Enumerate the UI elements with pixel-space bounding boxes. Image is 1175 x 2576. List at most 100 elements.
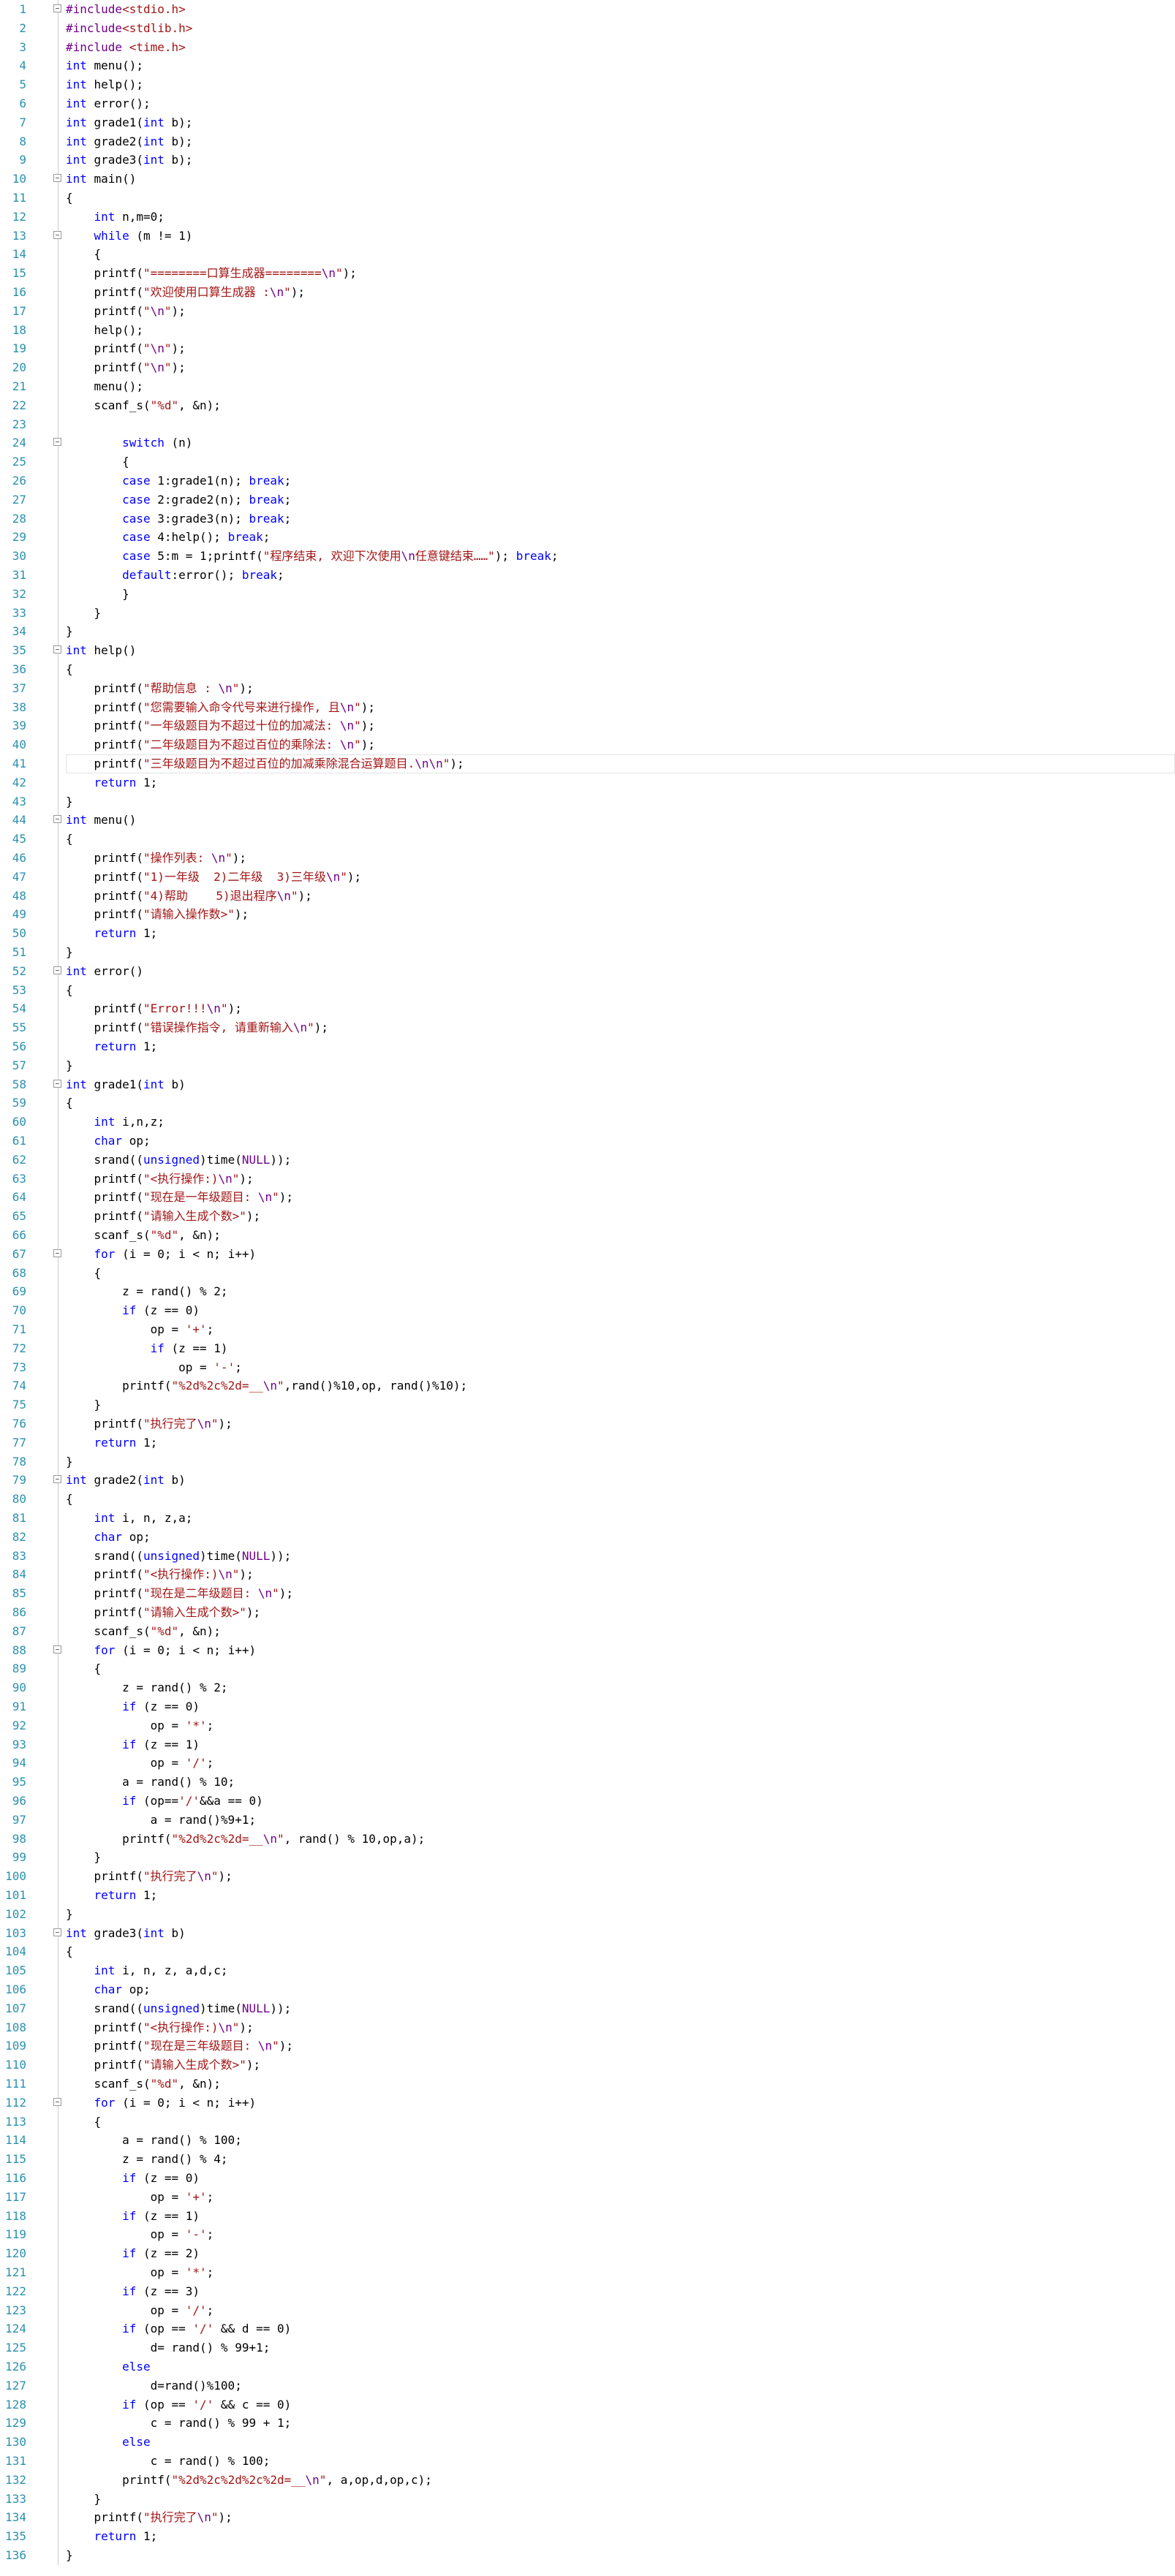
- code-line[interactable]: 50 return 1;: [0, 924, 1175, 943]
- code-line[interactable]: 133 }: [0, 2490, 1175, 2509]
- code-line[interactable]: 8 int grade2(int b);: [0, 132, 1175, 151]
- code-line[interactable]: 97 a = rand()%9+1;: [0, 1811, 1175, 1830]
- code-line[interactable]: 61 char op;: [0, 1132, 1175, 1151]
- code-line[interactable]: 78}: [0, 1452, 1175, 1471]
- code-line[interactable]: 72 if (z == 1): [0, 1339, 1175, 1358]
- code-line[interactable]: 45 {: [0, 830, 1175, 849]
- code-line[interactable]: 59 {: [0, 1094, 1175, 1113]
- code-line[interactable]: 111 scanf_s("%d", &n);: [0, 2075, 1175, 2094]
- code-line[interactable]: 12 int n,m=0;: [0, 208, 1175, 227]
- code-line[interactable]: 82 char op;: [0, 1528, 1175, 1547]
- code-line[interactable]: 99 }: [0, 1848, 1175, 1867]
- collapse-toggle-icon[interactable]: [53, 1475, 61, 1484]
- collapse-toggle-icon[interactable]: [53, 1249, 61, 1257]
- code-line[interactable]: 65 printf("请输入生成个数>");: [0, 1207, 1175, 1226]
- code-line[interactable]: 22 scanf_s("%d", &n);: [0, 396, 1175, 415]
- collapse-toggle-icon[interactable]: [53, 645, 61, 654]
- code-line[interactable]: 131 c = rand() % 100;: [0, 2452, 1175, 2471]
- code-line[interactable]: 83 srand((unsigned)time(NULL));: [0, 1547, 1175, 1566]
- code-line[interactable]: 116 if (z == 0): [0, 2169, 1175, 2188]
- code-line[interactable]: 122 if (z == 3): [0, 2282, 1175, 2301]
- code-line[interactable]: 87 scanf_s("%d", &n);: [0, 1622, 1175, 1641]
- code-line[interactable]: 43}: [0, 792, 1175, 811]
- collapse-toggle-icon[interactable]: [53, 815, 61, 824]
- code-line[interactable]: 134 printf("执行完了\n");: [0, 2508, 1175, 2527]
- code-line[interactable]: 108 printf("<执行操作:)\n");: [0, 2018, 1175, 2037]
- code-line[interactable]: 74 printf("%2d%2c%2d=__\n",rand()%10,op,…: [0, 1376, 1175, 1395]
- code-line[interactable]: 7 int grade1(int b);: [0, 113, 1175, 132]
- code-line[interactable]: 81 int i, n, z,a;: [0, 1509, 1175, 1528]
- collapse-toggle-icon[interactable]: [53, 4, 61, 12]
- code-line[interactable]: 23: [0, 415, 1175, 434]
- code-line[interactable]: 102}: [0, 1905, 1175, 1924]
- code-line[interactable]: 58 int grade1(int b): [0, 1075, 1175, 1094]
- code-line[interactable]: 57}: [0, 1056, 1175, 1075]
- code-line[interactable]: 49 printf("请输入操作数>");: [0, 905, 1175, 924]
- code-line[interactable]: 34}: [0, 622, 1175, 641]
- code-line[interactable]: 10 int main(): [0, 170, 1175, 189]
- code-line[interactable]: 130 else: [0, 2433, 1175, 2452]
- code-line[interactable]: 121 op = '*';: [0, 2263, 1175, 2282]
- code-line[interactable]: 107 srand((unsigned)time(NULL));: [0, 1999, 1175, 2018]
- code-line[interactable]: 16 printf("欢迎使用口算生成器 :\n");: [0, 283, 1175, 302]
- code-line[interactable]: 15 printf("========口算生成器========\n");: [0, 264, 1175, 283]
- code-line[interactable]: 71 op = '+';: [0, 1320, 1175, 1339]
- code-line[interactable]: 3 #include <time.h>: [0, 38, 1175, 57]
- code-line[interactable]: 33 }: [0, 604, 1175, 623]
- code-line[interactable]: 101 return 1;: [0, 1886, 1175, 1905]
- code-line[interactable]: 120 if (z == 2): [0, 2244, 1175, 2263]
- code-line[interactable]: 41 printf("三年级题目为不超过百位的加减乘除混合运算题目.\n\n")…: [0, 754, 1175, 773]
- code-line[interactable]: 100 printf("执行完了\n");: [0, 1867, 1175, 1886]
- code-line[interactable]: 77 return 1;: [0, 1433, 1175, 1452]
- code-line[interactable]: 86 printf("请输入生成个数>");: [0, 1603, 1175, 1622]
- code-line[interactable]: 127 d=rand()%100;: [0, 2376, 1175, 2395]
- code-line[interactable]: 38 printf("您需要输入命令代号来进行操作, 且\n");: [0, 698, 1175, 717]
- code-line[interactable]: 25 {: [0, 452, 1175, 471]
- code-line[interactable]: 62 srand((unsigned)time(NULL));: [0, 1151, 1175, 1170]
- code-line[interactable]: 124 if (op == '/' && d == 0): [0, 2319, 1175, 2338]
- code-line[interactable]: 125 d= rand() % 99+1;: [0, 2338, 1175, 2357]
- code-line[interactable]: 75 }: [0, 1395, 1175, 1414]
- code-line[interactable]: 80 {: [0, 1490, 1175, 1509]
- collapse-toggle-icon[interactable]: [53, 1079, 61, 1088]
- collapse-toggle-icon[interactable]: [53, 1645, 61, 1653]
- code-line[interactable]: 9 int grade3(int b);: [0, 151, 1175, 170]
- code-line[interactable]: 35 int help(): [0, 641, 1175, 660]
- code-line[interactable]: 63 printf("<执行操作:)\n");: [0, 1170, 1175, 1189]
- code-line[interactable]: 37 printf("帮助信息 : \n");: [0, 679, 1175, 698]
- code-line[interactable]: 44 int menu(): [0, 811, 1175, 830]
- code-line[interactable]: 31 default:error(); break;: [0, 566, 1175, 585]
- code-editor[interactable]: 1 #include<stdio.h> 2 #include<stdlib.h> 3 #i…: [0, 0, 1175, 2576]
- code-line[interactable]: 51}: [0, 943, 1175, 962]
- code-line[interactable]: 135 return 1;: [0, 2527, 1175, 2546]
- code-line[interactable]: 36 {: [0, 660, 1175, 679]
- code-line[interactable]: 132 printf("%2d%2c%2d%2c%2d=__\n", a,op,…: [0, 2471, 1175, 2490]
- code-line[interactable]: 19 printf("\n");: [0, 339, 1175, 358]
- code-line[interactable]: 90 z = rand() % 2;: [0, 1678, 1175, 1697]
- code-line[interactable]: 104 {: [0, 1942, 1175, 1961]
- code-line[interactable]: 136}: [0, 2546, 1175, 2565]
- code-line[interactable]: 94 op = '/';: [0, 1754, 1175, 1773]
- code-line[interactable]: 28 case 3:grade3(n); break;: [0, 509, 1175, 529]
- code-line[interactable]: 103 int grade3(int b): [0, 1924, 1175, 1943]
- code-line[interactable]: 54 printf("Error!!!\n");: [0, 999, 1175, 1018]
- code-line[interactable]: 18 help();: [0, 321, 1175, 340]
- collapse-toggle-icon[interactable]: [53, 966, 61, 974]
- code-line[interactable]: 2 #include<stdlib.h>: [0, 19, 1175, 38]
- code-line[interactable]: 70 if (z == 0): [0, 1301, 1175, 1320]
- code-line[interactable]: 46 printf("操作列表: \n");: [0, 849, 1175, 868]
- collapse-toggle-icon[interactable]: [53, 438, 61, 447]
- code-line[interactable]: 48 printf("4)帮助 5)退出程序\n");: [0, 887, 1175, 906]
- code-line[interactable]: 4 int menu();: [0, 56, 1175, 75]
- collapse-toggle-icon[interactable]: [53, 2097, 61, 2106]
- code-line[interactable]: 98 printf("%2d%2c%2d=__\n", rand() % 10,…: [0, 1830, 1175, 1849]
- code-line[interactable]: 5 int help();: [0, 75, 1175, 94]
- code-line[interactable]: 73 op = '-';: [0, 1358, 1175, 1377]
- collapse-toggle-icon[interactable]: [53, 174, 61, 183]
- code-line[interactable]: 92 op = '*';: [0, 1716, 1175, 1735]
- code-line[interactable]: 93 if (z == 1): [0, 1735, 1175, 1754]
- code-line[interactable]: 117 op = '+';: [0, 2188, 1175, 2207]
- code-line[interactable]: 126 else: [0, 2357, 1175, 2376]
- code-line[interactable]: 89 {: [0, 1659, 1175, 1678]
- code-line[interactable]: 84 printf("<执行操作:)\n");: [0, 1565, 1175, 1584]
